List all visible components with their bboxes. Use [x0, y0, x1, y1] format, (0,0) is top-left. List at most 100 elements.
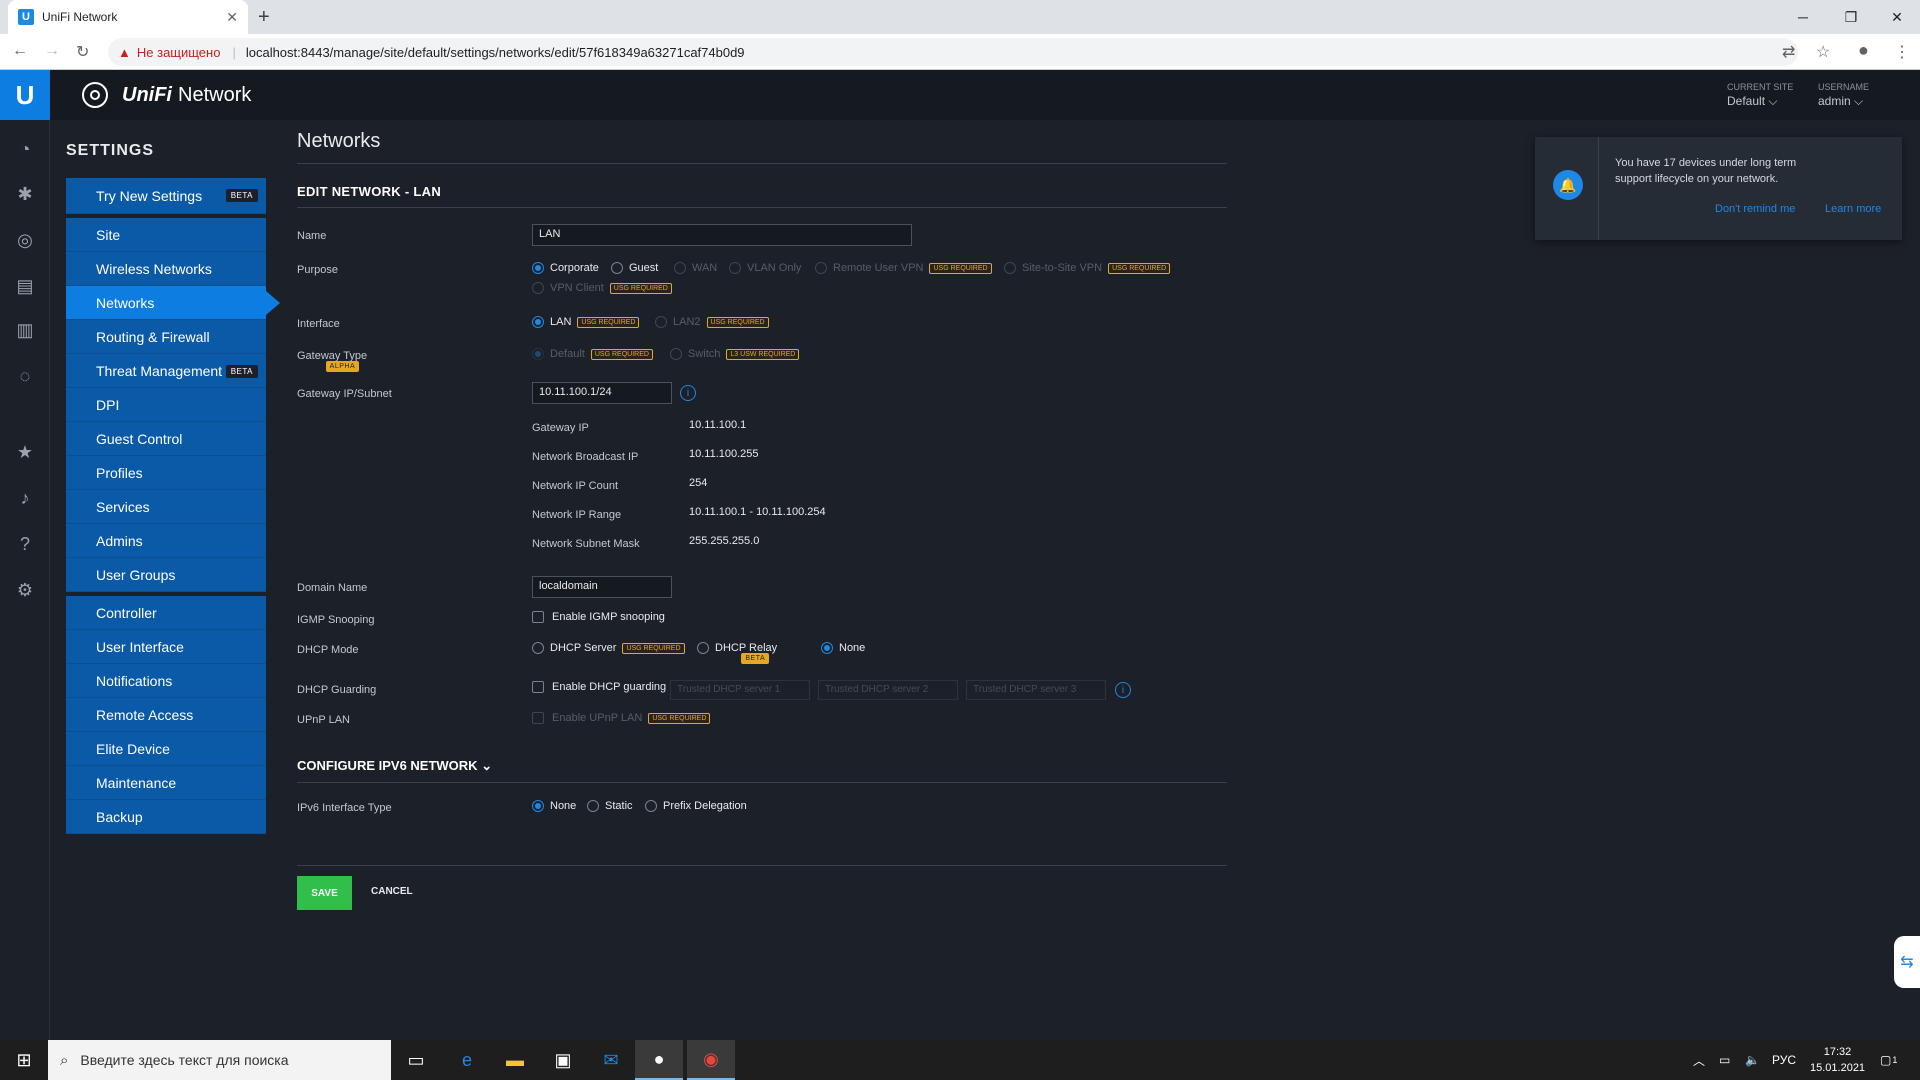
reload-icon[interactable]: ↻	[76, 42, 89, 62]
username-selector[interactable]: USERNAME admin ⌵	[1818, 82, 1869, 109]
radio	[670, 348, 682, 361]
beta-badge: BETA	[741, 653, 770, 664]
sidebar-item-user-interface[interactable]: User Interface	[66, 630, 266, 664]
back-icon[interactable]: ←	[12, 42, 28, 60]
brand[interactable]: UniFi Network	[82, 82, 251, 108]
dhcp-relay-radio[interactable]: DHCP Relay BETA	[697, 642, 777, 664]
sidebar-item-services[interactable]: Services	[66, 490, 266, 524]
ipv6-none-radio[interactable]: None	[532, 800, 576, 813]
sidebar-item-site[interactable]: Site	[66, 218, 266, 252]
devices-icon[interactable]: ◎	[13, 228, 37, 252]
insecure-label[interactable]: Не защищено	[137, 45, 221, 60]
sidebar-item-remote-access[interactable]: Remote Access	[66, 698, 266, 732]
profile-icon[interactable]: ●	[1858, 40, 1869, 61]
tray-chevron-icon[interactable]: ︿	[1693, 1040, 1705, 1080]
gateway-type-label: Gateway Type ALPHA	[297, 350, 367, 372]
sidebar-item-user-groups[interactable]: User Groups	[66, 558, 266, 592]
minimize-icon[interactable]: ─	[1780, 0, 1826, 34]
events-icon[interactable]: ★	[13, 440, 37, 464]
name-input[interactable]: LAN	[532, 224, 912, 246]
dont-remind-link[interactable]: Don't remind me	[1715, 203, 1795, 215]
sidebar-item-threat-management[interactable]: Threat Management BETA	[66, 354, 266, 388]
network-icon[interactable]: ▭	[1719, 1040, 1730, 1080]
sidebar-item-profiles[interactable]: Profiles	[66, 456, 266, 490]
gateway-subnet-input[interactable]: 10.11.100.1/24	[532, 382, 672, 404]
omnibox[interactable]: ▲ Не защищено | localhost:8443/manage/si…	[108, 38, 1798, 66]
sidebar-item-guest-control[interactable]: Guest Control	[66, 422, 266, 456]
help-icon[interactable]: ?	[13, 532, 37, 556]
sidebar-item-try-new-settings[interactable]: Try New Settings BETA	[66, 178, 266, 214]
ipv6-prefix-delegation-radio[interactable]: Prefix Delegation	[645, 800, 747, 813]
sidebar-item-admins[interactable]: Admins	[66, 524, 266, 558]
learn-more-link[interactable]: Learn more	[1825, 203, 1881, 215]
bookmark-star-icon[interactable]: ☆	[1816, 42, 1830, 62]
clock[interactable]: 17:32 15.01.2021	[1810, 1044, 1865, 1076]
sidebar-item-routing-firewall[interactable]: Routing & Firewall	[66, 320, 266, 354]
sidebar-item-notifications[interactable]: Notifications	[66, 664, 266, 698]
dashboard-icon[interactable]: ◔	[13, 137, 37, 161]
file-explorer-icon[interactable]: ▬	[491, 1040, 539, 1080]
teamviewer-icon[interactable]: ⇆	[1894, 936, 1920, 988]
sidebar-item-wireless-networks[interactable]: Wireless Networks	[66, 252, 266, 286]
interface-lan-radio[interactable]: LAN USG REQUIRED	[532, 316, 640, 329]
sidebar-item-maintenance[interactable]: Maintenance	[66, 766, 266, 800]
window-close-icon[interactable]: ✕	[1874, 0, 1920, 34]
info-icon[interactable]: i	[1115, 682, 1131, 698]
gateway-subnet-label: Gateway IP/Subnet	[297, 388, 392, 400]
current-site-selector[interactable]: CURRENT SITE Default ⌵	[1727, 82, 1793, 109]
radio-selected	[532, 262, 544, 275]
action-center-icon[interactable]: ▢ 1	[1880, 1040, 1897, 1080]
sidebar-item-label: Maintenance	[96, 774, 177, 791]
browser-tab[interactable]: U UniFi Network ✕	[8, 0, 248, 34]
alerts-icon[interactable]: ♪	[13, 486, 37, 510]
time: 17:32	[1823, 1046, 1852, 1058]
topology-icon[interactable]: ✱	[13, 182, 37, 206]
radio	[1004, 262, 1016, 275]
info-icon[interactable]: i	[680, 385, 696, 401]
sidebar-item-label: Controller	[96, 604, 157, 621]
sidebar-item-controller[interactable]: Controller	[66, 596, 266, 630]
forward-icon[interactable]: →	[44, 42, 60, 60]
task-view-icon[interactable]: ▭	[392, 1040, 440, 1080]
dhcp-none-radio[interactable]: None	[821, 642, 865, 655]
settings-sidebar: Try New Settings BETA Site Wireless Netw…	[66, 168, 280, 834]
menu-kebab-icon[interactable]: ⋮	[1894, 42, 1910, 62]
taskbar-search[interactable]: ⌕ Введите здесь текст для поиска	[48, 1040, 391, 1080]
sidebar-item-elite-device[interactable]: Elite Device	[66, 732, 266, 766]
new-tab-icon[interactable]: +	[258, 6, 270, 29]
language-indicator[interactable]: РУС	[1772, 1040, 1796, 1080]
ipv6-static-radio[interactable]: Static	[587, 800, 633, 813]
chrome-icon[interactable]: ◉	[687, 1040, 735, 1080]
ubiquiti-logo-icon[interactable]: U	[0, 70, 50, 120]
windows-start-icon[interactable]: ⊞	[0, 1040, 48, 1080]
insights-icon[interactable]: ◌	[13, 364, 37, 388]
clients-icon[interactable]: ▤	[13, 274, 37, 298]
dhcp-guarding-checkbox[interactable]: Enable DHCP guarding	[532, 681, 666, 694]
purpose-guest-radio[interactable]: Guest	[611, 262, 658, 275]
unifi-app-icon[interactable]: ●	[635, 1040, 683, 1080]
close-tab-icon[interactable]: ✕	[226, 9, 238, 26]
dhcp-server-radio[interactable]: DHCP Server USG REQUIRED	[532, 642, 685, 655]
sidebar-item-dpi[interactable]: DPI	[66, 388, 266, 422]
purpose-remote-vpn-radio: Remote User VPN USG REQUIRED	[815, 262, 992, 275]
statistics-icon[interactable]: ▥	[13, 318, 37, 342]
volume-icon[interactable]: 🔈	[1745, 1040, 1760, 1080]
sidebar-item-networks[interactable]: Networks	[66, 286, 280, 320]
purpose-corporate-radio[interactable]: Corporate	[532, 262, 599, 275]
bell-icon: 🔔	[1553, 170, 1583, 200]
sidebar-item-label: Profiles	[96, 464, 143, 481]
translate-icon[interactable]: ⇄	[1782, 42, 1795, 62]
sidebar-item-backup[interactable]: Backup	[66, 800, 266, 834]
domain-name-input[interactable]: localdomain	[532, 576, 672, 598]
save-button[interactable]: SAVE	[297, 876, 352, 910]
url-text[interactable]: localhost:8443/manage/site/default/setti…	[246, 45, 745, 60]
store-icon[interactable]: ▣	[539, 1040, 587, 1080]
ipv6-section-toggle[interactable]: CONFIGURE IPV6 NETWORK ⌄	[297, 758, 1227, 783]
edge-icon[interactable]: e	[443, 1040, 491, 1080]
settings-gear-icon[interactable]: ⚙	[13, 578, 37, 602]
mail-icon[interactable]: ✉	[587, 1040, 635, 1080]
igmp-checkbox[interactable]: Enable IGMP snooping	[532, 611, 665, 624]
restore-icon[interactable]: ❐	[1828, 0, 1874, 34]
cancel-button[interactable]: CANCEL	[371, 886, 413, 897]
purpose-site-vpn-radio: Site-to-Site VPN USG REQUIRED	[1004, 262, 1171, 275]
